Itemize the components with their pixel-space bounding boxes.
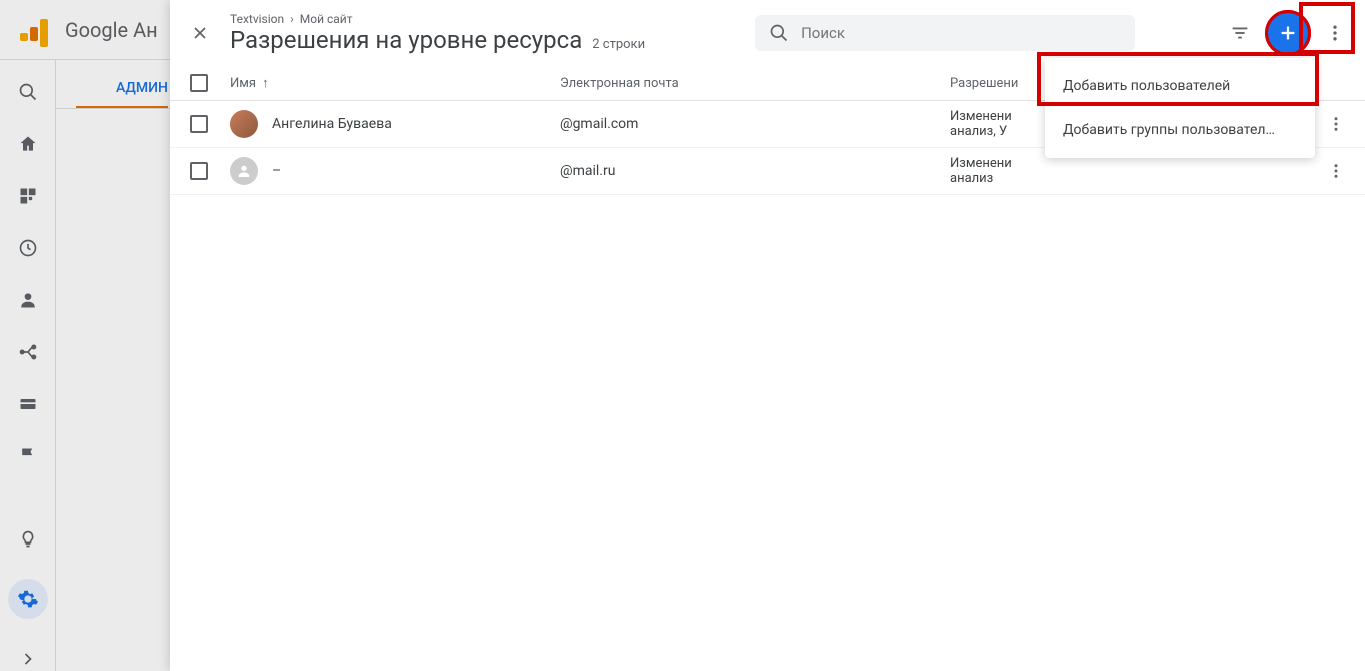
breadcrumb-property[interactable]: Мой сайт [300, 12, 353, 26]
row-more-icon[interactable] [1317, 162, 1345, 180]
row-more-icon[interactable] [1317, 115, 1345, 133]
user-email: @gmail.com [560, 116, 950, 132]
more-vert-icon[interactable] [1325, 23, 1345, 43]
add-user-button[interactable] [1265, 10, 1311, 56]
panel-header: Textvision › Мой сайт Разрешения на уров… [170, 0, 1365, 66]
row-count: 2 строки [592, 37, 645, 52]
user-name: Ангелина Буваева [272, 116, 392, 132]
close-button[interactable] [190, 23, 210, 43]
chevron-right-icon: › [290, 12, 294, 26]
add-dropdown-menu: Добавить пользователей Добавить группы п… [1045, 58, 1315, 158]
menu-add-users[interactable]: Добавить пользователей [1045, 64, 1315, 108]
avatar [230, 110, 258, 138]
filter-icon[interactable] [1229, 22, 1251, 44]
panel-title: Разрешения на уровне ресурса [230, 26, 582, 54]
col-name[interactable]: Имя ↑ [230, 75, 560, 91]
row-checkbox[interactable] [190, 115, 208, 133]
select-all-checkbox[interactable] [190, 74, 208, 92]
user-permissions: Изменени анализ [950, 156, 1317, 186]
user-name: – [272, 163, 281, 179]
row-checkbox[interactable] [190, 162, 208, 180]
breadcrumb: Textvision › Мой сайт [230, 12, 645, 26]
col-email[interactable]: Электронная почта [560, 76, 950, 91]
search-input[interactable] [801, 24, 1121, 42]
sort-up-icon: ↑ [262, 75, 269, 91]
user-email: @mail.ru [560, 163, 950, 179]
avatar [230, 157, 258, 185]
menu-add-groups[interactable]: Добавить группы пользовател… [1045, 108, 1315, 152]
search-box[interactable] [755, 15, 1135, 51]
search-icon [769, 23, 789, 43]
breadcrumb-account[interactable]: Textvision [230, 12, 284, 26]
permissions-panel: Textvision › Мой сайт Разрешения на уров… [170, 0, 1365, 671]
